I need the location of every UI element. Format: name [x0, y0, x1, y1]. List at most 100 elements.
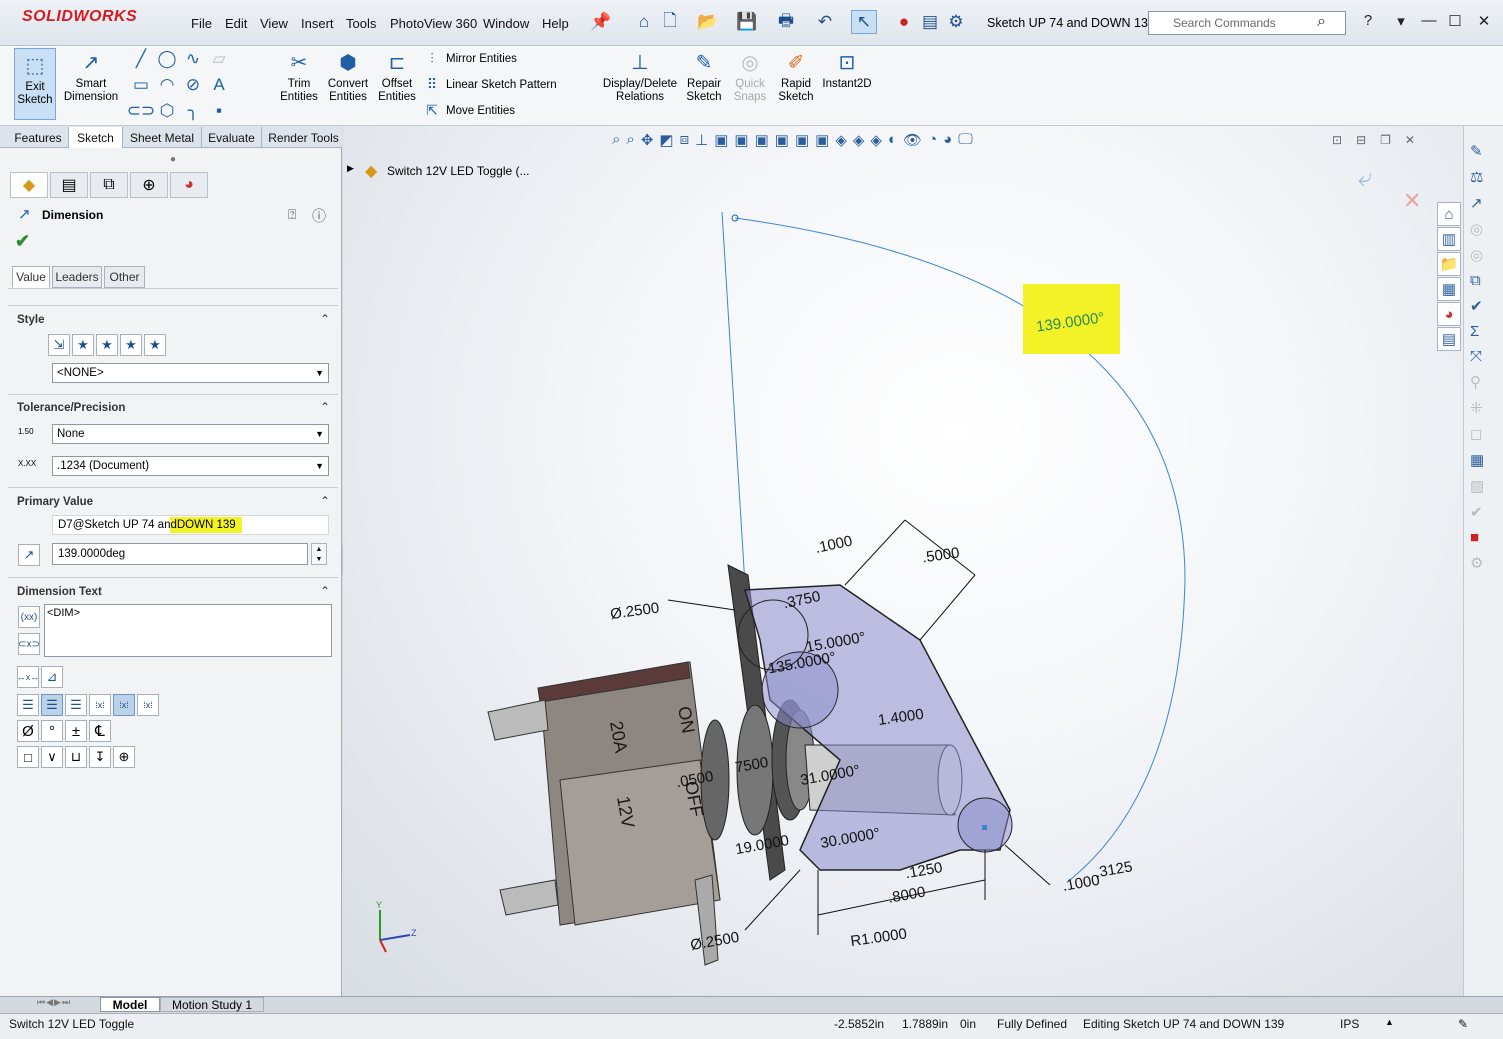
sketch-tool-icon-11[interactable]: ⁜ — [1470, 399, 1484, 417]
pin-icon[interactable]: 📌 — [588, 10, 614, 34]
countersink-symbol-icon[interactable]: ∨ — [41, 746, 63, 768]
view-palette-icon[interactable]: ▦ — [1437, 277, 1461, 301]
centerline-symbol-icon[interactable]: ℄ — [89, 720, 111, 742]
search-icon[interactable]: ⌕ — [1317, 13, 1326, 31]
dimension-name-field[interactable]: D7@Sketch UP 74 an d DOWN 139 — [52, 515, 329, 535]
print-icon[interactable]: 🖶 — [773, 10, 799, 34]
units-dropdown-icon[interactable]: ▲ — [1385, 1017, 1394, 1027]
display-delete-relations-button[interactable]: ⊥ Display/Delete Relations — [600, 50, 680, 104]
rebuild-status-icon[interactable]: ✎ — [1458, 1017, 1468, 1031]
add-style-icon[interactable]: ★ — [72, 334, 94, 356]
rectangle-icon[interactable]: ▭ — [130, 74, 152, 96]
dimension-text-area[interactable]: <DIM> — [44, 604, 332, 657]
rebuild-icon[interactable]: ● — [891, 10, 917, 34]
tab-scroll-arrows[interactable]: ⏮ ◀ ▶ ⏭ — [37, 997, 70, 1008]
sketch-tool-icon-17[interactable]: ⚙ — [1470, 554, 1484, 572]
new-document-icon[interactable]: 🗋 — [657, 10, 683, 34]
select-cursor-icon[interactable]: ↖ — [851, 10, 877, 34]
sketch-tool-icon-5[interactable]: ◎ — [1470, 246, 1484, 264]
close-button[interactable]: ✕ — [1473, 12, 1495, 30]
tab-features[interactable]: Features — [8, 127, 69, 148]
save-style-icon[interactable]: ★ — [120, 334, 142, 356]
options-gear-icon[interactable]: ⚙ — [943, 10, 969, 34]
tab-model[interactable]: Model — [100, 997, 160, 1012]
home-icon[interactable]: ⌂ — [631, 10, 657, 34]
point-icon[interactable]: ▪ — [208, 100, 230, 122]
tab-sketch[interactable]: Sketch — [69, 127, 123, 148]
inspection-icon[interactable]: ⊂x⊃ — [18, 633, 40, 655]
justify-top-icon[interactable]: ⁞x⁞ — [89, 694, 111, 716]
arc-icon[interactable]: ◠ — [156, 74, 178, 96]
sketch-tool-icon-6[interactable]: ⧉ — [1470, 272, 1484, 289]
quick-snaps-button[interactable]: ◎ Quick Snaps — [730, 50, 770, 104]
pm-help-icon[interactable]: ⓘ — [312, 206, 326, 226]
sketch-tool-icon-4[interactable]: ◎ — [1470, 220, 1484, 238]
ellipse-icon[interactable]: ⊘ — [182, 74, 204, 96]
task-home-icon[interactable]: ⌂ — [1437, 202, 1461, 226]
plane-icon[interactable]: ▱ — [208, 48, 230, 70]
rapid-sketch-button[interactable]: ✐ Rapid Sketch — [776, 50, 816, 104]
menu-window[interactable]: Window — [483, 16, 529, 31]
justify-bottom-icon[interactable]: ⁞x⁞ — [137, 694, 159, 716]
sketch-tool-icon-10[interactable]: ⚲ — [1470, 373, 1484, 391]
whats-wrong-icon[interactable]: ⍰ — [288, 206, 296, 223]
collapse-dimtext-icon[interactable]: ⌃ — [320, 584, 330, 598]
plus-minus-symbol-icon[interactable]: ± — [65, 720, 87, 742]
dimension-value-input[interactable]: 139.0000deg — [52, 543, 308, 565]
maximize-button[interactable]: ☐ — [1444, 12, 1466, 30]
line-icon[interactable]: ╱ — [130, 48, 152, 70]
style-select[interactable]: <NONE> ▼ — [52, 363, 329, 383]
undo-icon[interactable]: ↶ — [812, 10, 838, 34]
instant2d-button[interactable]: ⊡ Instant2D — [820, 50, 874, 91]
first-tab-icon[interactable]: ⏮ — [37, 997, 45, 1008]
collapse-style-icon[interactable]: ⌃ — [320, 312, 330, 326]
save-icon[interactable]: 💾 — [734, 10, 760, 34]
sketch-tool-icon-12[interactable]: ◻ — [1470, 425, 1484, 443]
status-units[interactable]: IPS — [1340, 1017, 1359, 1031]
sketch-tool-icon-7[interactable]: ✔ — [1470, 297, 1484, 315]
sketch-tool-icon-3[interactable]: ↗ — [1470, 194, 1484, 212]
offset-text-icon[interactable]: ⊿ — [41, 666, 63, 688]
menu-help[interactable]: Help — [542, 16, 569, 31]
open-icon[interactable]: 📂 — [695, 10, 721, 34]
counterbore-symbol-icon[interactable]: ⊔ — [65, 746, 87, 768]
precision-select[interactable]: .1234 (Document) ▼ — [52, 456, 329, 476]
tab-render-tools[interactable]: Render Tools — [262, 127, 346, 148]
slot-icon[interactable]: ⊂⊃ — [127, 100, 156, 122]
fillet-icon[interactable]: ╮ — [182, 100, 204, 122]
collapse-primary-icon[interactable]: ⌃ — [320, 494, 330, 508]
prev-tab-icon[interactable]: ◀ — [46, 997, 53, 1008]
spline-icon[interactable]: ∿ — [182, 48, 204, 70]
tab-sheet-metal[interactable]: Sheet Metal — [123, 127, 202, 148]
help-dropdown-icon[interactable]: ▾ — [1390, 12, 1412, 30]
custom-properties-icon[interactable]: ▤ — [1437, 327, 1461, 351]
ok-check-icon[interactable]: ✔ — [15, 231, 30, 252]
align-right-icon[interactable]: ☰ — [65, 694, 87, 716]
polygon-icon[interactable]: ⬡ — [156, 100, 178, 122]
help-icon[interactable]: ? — [1357, 12, 1379, 29]
more-symbols-icon[interactable]: ⊕ — [113, 746, 135, 768]
sketch-tool-icon-14[interactable]: ▨ — [1470, 477, 1484, 495]
last-tab-icon[interactable]: ⏭ — [62, 997, 70, 1008]
trim-entities-button[interactable]: ✂ Trim Entities — [280, 50, 318, 104]
repair-sketch-button[interactable]: ✎ Repair Sketch — [684, 50, 724, 104]
exit-sketch-button[interactable]: ⬚ Exit Sketch — [14, 48, 56, 120]
circle-icon[interactable]: ◯ — [156, 48, 178, 70]
degree-symbol-icon[interactable]: ° — [41, 720, 63, 742]
menu-insert[interactable]: Insert — [301, 16, 334, 31]
sketch-tool-icon-15[interactable]: ✔ — [1470, 503, 1484, 521]
sketch-drawing[interactable]: 139.0000° .1000 .5000 .3750 Ø.2500 15.00… — [343, 126, 1463, 996]
linear-pattern-button[interactable]: ⠿ Linear Sketch Pattern — [424, 76, 557, 93]
pm-tab-leaders[interactable]: Leaders — [52, 266, 102, 288]
square-symbol-icon[interactable]: □ — [17, 746, 39, 768]
configuration-manager-tab-icon[interactable]: ⧉ — [90, 172, 128, 198]
menu-photoview[interactable]: PhotoView 360 — [390, 16, 477, 31]
mirror-entities-button[interactable]: ⫶ Mirror Entities — [424, 50, 517, 67]
panel-splitter-handle[interactable]: ● — [170, 154, 176, 165]
align-center-icon[interactable]: ☰ — [41, 694, 63, 716]
design-library-icon[interactable]: ▥ — [1437, 227, 1461, 251]
text-icon[interactable]: A — [208, 74, 230, 96]
center-dimension-icon[interactable]: ↔x↔ — [17, 666, 39, 688]
property-manager-tab-icon[interactable]: ▤ — [50, 172, 88, 198]
feature-manager-tab-icon[interactable]: ◆ — [10, 172, 48, 198]
